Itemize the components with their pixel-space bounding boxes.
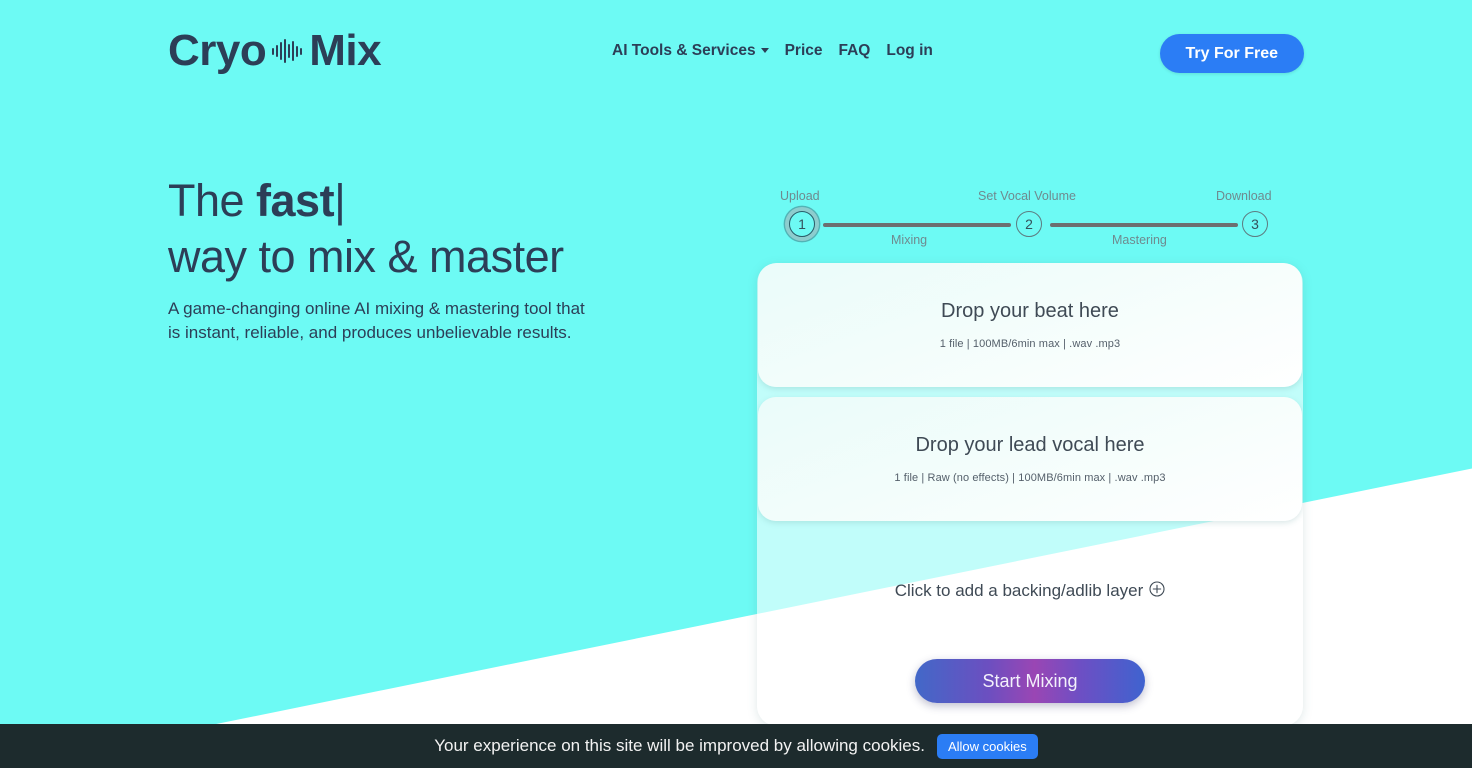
nav-item-ai-tools[interactable]: AI Tools & Services	[612, 42, 769, 60]
text-cursor-icon: |	[334, 175, 346, 226]
dropzone-vocal-subtitle: 1 file | Raw (no effects) | 100MB/6min m…	[894, 472, 1166, 484]
hero-description: A game-changing online AI mixing & maste…	[168, 299, 585, 342]
logo-text-cryo: Cryo	[168, 26, 267, 75]
try-for-free-button[interactable]: Try For Free	[1159, 34, 1304, 73]
start-mixing-button[interactable]: Start Mixing	[915, 659, 1145, 703]
dropzone-vocal-title: Drop your lead vocal here	[915, 434, 1145, 456]
add-backing-layer-button[interactable]: Click to add a backing/adlib layer	[757, 581, 1303, 602]
segment-label-mixing: Mixing	[891, 233, 928, 247]
chevron-down-icon	[760, 48, 769, 54]
hero-line2: way to mix & master	[168, 231, 564, 282]
hero-line1-prefix: The	[168, 175, 257, 226]
hero-section: The fast| way to mix & master A game-cha…	[168, 178, 598, 345]
step-connector-mixing	[823, 222, 1011, 227]
nav-item-price[interactable]: Price	[785, 42, 823, 60]
site-logo[interactable]: Cryo Mix	[168, 26, 382, 76]
upload-panel: Drop your beat here 1 file | 100MB/6min …	[757, 263, 1303, 726]
step-circle-1[interactable]: 1	[789, 211, 815, 237]
dropzone-beat-subtitle: 1 file | 100MB/6min max | .wav .mp3	[939, 338, 1121, 350]
nav-item-faq[interactable]: FAQ	[839, 42, 871, 60]
dropzone-beat-title: Drop your beat here	[941, 300, 1119, 322]
circled-plus-icon	[1149, 581, 1165, 602]
dropzone-lead-vocal[interactable]: Drop your lead vocal here 1 file | Raw (…	[758, 397, 1302, 521]
nav-item-login[interactable]: Log in	[886, 42, 933, 60]
dropzone-beat[interactable]: Drop your beat here 1 file | 100MB/6min …	[758, 263, 1302, 387]
hero-line1-bold: fast	[256, 175, 335, 226]
add-layer-label: Click to add a backing/adlib layer	[894, 581, 1144, 600]
main-navigation: AI Tools & Services Price FAQ Log in	[612, 42, 933, 60]
step-circle-3[interactable]: 3	[1242, 211, 1268, 237]
step-label-upload: Upload	[780, 189, 820, 203]
nav-label-ai-tools: AI Tools & Services	[612, 42, 756, 59]
page-title: The fast| way to mix & master	[168, 178, 598, 279]
site-header: Cryo Mix AI Tools & Services Price FAQ L…	[0, 0, 1472, 108]
step-connector-mastering	[1050, 222, 1238, 227]
logo-text-mix: Mix	[309, 26, 382, 75]
audio-waveform-icon	[272, 37, 303, 65]
cookie-consent-banner: Your experience on this site will be imp…	[0, 724, 1472, 768]
segment-label-mastering: Mastering	[1112, 233, 1167, 247]
allow-cookies-button[interactable]: Allow cookies	[936, 733, 1038, 759]
step-label-download: Download	[1216, 189, 1272, 203]
step-label-set-vocal-volume: Set Vocal Volume	[978, 189, 1076, 203]
step-circle-2[interactable]: 2	[1016, 211, 1042, 237]
cookie-message: Your experience on this site will be imp…	[434, 736, 925, 755]
